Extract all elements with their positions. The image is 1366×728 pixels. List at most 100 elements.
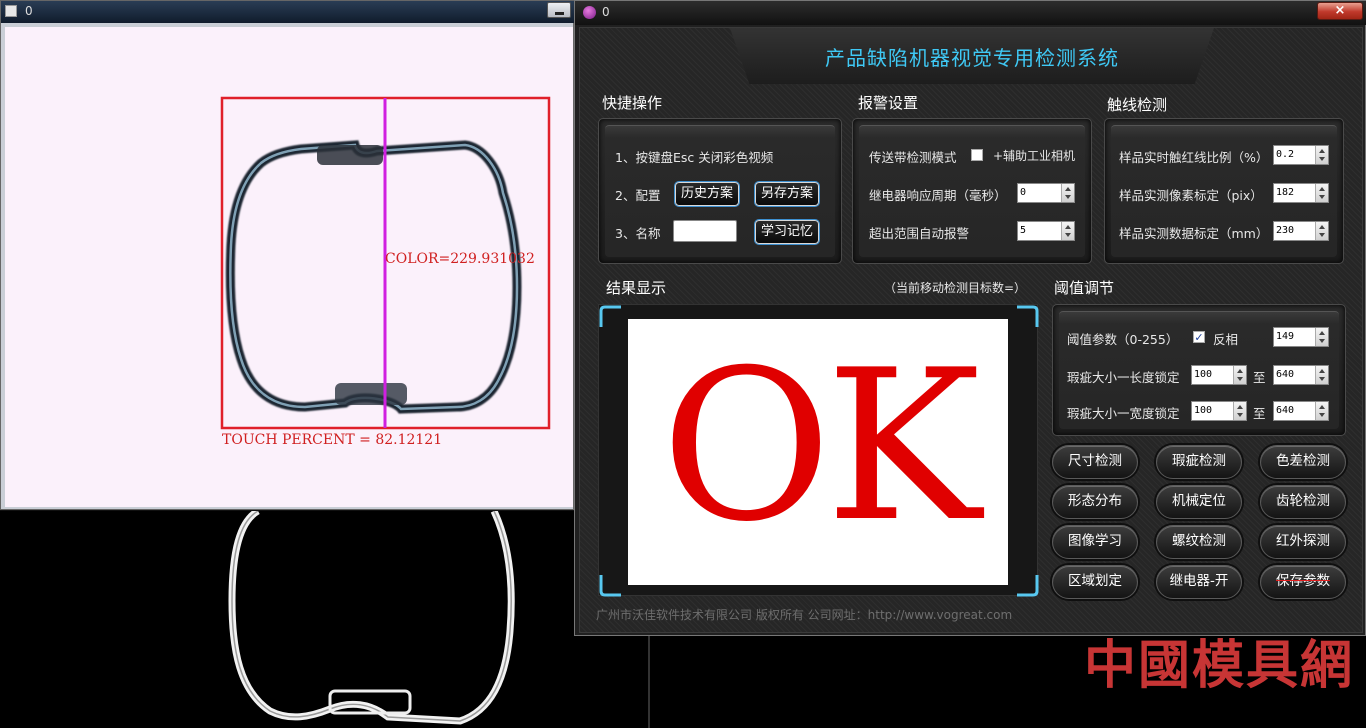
mm-calib-value: 230	[1276, 225, 1295, 236]
width-max-value: 640	[1276, 405, 1295, 416]
name-label: 3、名称	[615, 226, 661, 241]
color-readout: COLOR=229.931032	[385, 251, 535, 267]
save-as-scheme-button[interactable]: 另存方案	[754, 181, 820, 207]
width-max-spinbox[interactable]: 640	[1273, 401, 1329, 421]
invert-checkbox[interactable]	[1193, 331, 1205, 343]
close-button[interactable]: ×	[1317, 2, 1363, 20]
shape-distribution-button[interactable]: 形态分布	[1052, 485, 1138, 519]
auto-alarm-spinbox[interactable]: 5	[1017, 221, 1075, 241]
defect-detect-button[interactable]: 瑕疵检测	[1156, 445, 1242, 479]
quick-ops-title: 快捷操作	[602, 94, 663, 112]
history-scheme-button[interactable]: 历史方案	[674, 181, 740, 207]
app-icon	[583, 6, 596, 19]
pixel-calib-spinbox[interactable]: 182	[1273, 183, 1329, 203]
touch-percent-readout: TOUCH PERCENT = 82.12121	[222, 432, 442, 448]
camera-frame: COLOR=229.931032 TOUCH PERCENT = 82.1212…	[220, 96, 551, 448]
spin-arrows-icon[interactable]	[1315, 328, 1328, 346]
auto-alarm-label: 超出范围自动报警	[869, 226, 970, 241]
aux-camera-label: +辅助工业相机	[993, 149, 1076, 163]
length-max-value: 640	[1276, 369, 1295, 380]
length-min-value: 100	[1194, 369, 1213, 380]
size-detect-button[interactable]: 尺寸检测	[1052, 445, 1138, 479]
mechanical-positioning-button[interactable]: 机械定位	[1156, 485, 1242, 519]
binary-outline	[228, 507, 515, 725]
result-title: 结果显示	[606, 279, 667, 297]
threshold-param-value: 149	[1276, 331, 1295, 342]
watermark-logo: 中國模具網	[1084, 635, 1355, 696]
relay-period-value: 0	[1020, 187, 1027, 198]
spin-arrows-icon[interactable]	[1315, 222, 1328, 240]
alarm-title: 报警设置	[858, 94, 919, 112]
width-min-value: 100	[1194, 405, 1213, 416]
spin-arrows-icon[interactable]	[1061, 222, 1074, 240]
esc-hint: 1、按键盘Esc 关闭彩色视频	[615, 150, 774, 165]
camera-window-title: 0	[25, 4, 33, 18]
mm-calib-label: 样品实测数据标定（mm）	[1119, 226, 1269, 241]
length-max-spinbox[interactable]: 640	[1273, 365, 1329, 385]
target-count-note: （当前移动检测目标数=）	[884, 281, 1027, 295]
alarm-panel: 传送带检测模式 +辅助工业相机 继电器响应周期（毫秒） 0 超出范围自动报警 5	[852, 118, 1092, 264]
mm-calib-spinbox[interactable]: 230	[1273, 221, 1329, 241]
relay-on-button[interactable]: 继电器-开	[1156, 565, 1242, 599]
copyright-footer: 广州市沃佳软件技术有限公司 版权所有 公司网址：http://www.vogre…	[596, 608, 1013, 622]
sample-outline	[225, 140, 522, 414]
window-icon	[5, 5, 17, 17]
conveyor-mode-label: 传送带检测模式	[869, 150, 957, 165]
result-frame: OK	[598, 304, 1039, 597]
app-body: 产品缺陷机器视觉专用检测系统 快捷操作 报警设置 触线检测 1、按键盘Esc 关…	[579, 27, 1363, 633]
spin-arrows-icon[interactable]	[1233, 402, 1246, 420]
threshold-param-spinbox[interactable]: 149	[1273, 327, 1329, 347]
conveyor-mode-checkbox[interactable]	[971, 149, 983, 161]
pixel-calib-label: 样品实测像素标定（pix）	[1119, 188, 1263, 203]
length-min-spinbox[interactable]: 100	[1191, 365, 1247, 385]
desktop: 0 COLOR=229.931032 TOUCH PERCENT = 82.12…	[0, 0, 1366, 728]
touch-title: 触线检测	[1107, 96, 1168, 114]
camera-titlebar: 0	[1, 1, 575, 23]
binary-view	[0, 507, 648, 728]
threshold-panel: 阈值参数（0-255） 反相 149 瑕疵大小一长度锁定 100 至 640 瑕…	[1052, 304, 1346, 436]
touch-ratio-value: 0.2	[1276, 149, 1295, 160]
name-input[interactable]	[673, 220, 737, 242]
camera-view: COLOR=229.931032 TOUCH PERCENT = 82.1212…	[5, 27, 573, 507]
width-lock-label: 瑕疵大小一宽度锁定	[1067, 406, 1180, 421]
touch-panel: 样品实时触红线比例（%） 0.2 样品实测像素标定（pix） 182 样品实测数…	[1104, 118, 1344, 264]
spin-arrows-icon[interactable]	[1315, 366, 1328, 384]
relay-period-label: 继电器响应周期（毫秒）	[869, 188, 1007, 203]
width-to-label: 至	[1253, 406, 1266, 421]
spin-arrows-icon[interactable]	[1233, 366, 1246, 384]
verdict-text: OK	[661, 326, 981, 568]
width-min-spinbox[interactable]: 100	[1191, 401, 1247, 421]
camera-window: 0 COLOR=229.931032 TOUCH PERCENT = 82.12…	[0, 0, 575, 510]
result-screen: OK	[628, 319, 1008, 585]
threshold-param-label: 阈值参数（0-255）	[1067, 332, 1179, 347]
spin-arrows-icon[interactable]	[1315, 402, 1328, 420]
app-window-title: 0	[602, 5, 610, 19]
pixel-calib-value: 182	[1276, 187, 1295, 198]
image-learning-button[interactable]: 图像学习	[1052, 525, 1138, 559]
auto-alarm-value: 5	[1020, 225, 1027, 236]
spin-arrows-icon[interactable]	[1315, 184, 1328, 202]
save-params-button[interactable]: 保存参数	[1260, 565, 1346, 599]
length-lock-label: 瑕疵大小一长度锁定	[1067, 370, 1180, 385]
thread-detect-button[interactable]: 螺纹检测	[1156, 525, 1242, 559]
learn-memory-button[interactable]: 学习记忆	[754, 219, 820, 245]
quick-ops-panel: 1、按键盘Esc 关闭彩色视频 2、配置 历史方案 另存方案 3、名称 学习记忆	[598, 118, 842, 264]
infrared-detect-button[interactable]: 红外探测	[1260, 525, 1346, 559]
spin-arrows-icon[interactable]	[1061, 184, 1074, 202]
save-params-label: 保存参数	[1276, 573, 1330, 589]
gear-detect-button[interactable]: 齿轮检测	[1260, 485, 1346, 519]
length-to-label: 至	[1253, 370, 1266, 385]
touch-ratio-label: 样品实时触红线比例（%）	[1119, 150, 1269, 165]
inspection-app-window: 0 × 产品缺陷机器视觉专用检测系统 快捷操作 报警设置 触线检测 1、按键盘E…	[574, 0, 1366, 636]
threshold-title: 阈值调节	[1054, 279, 1115, 297]
invert-label: 反相	[1213, 332, 1239, 347]
region-define-button[interactable]: 区域划定	[1052, 565, 1138, 599]
app-heading: 产品缺陷机器视觉专用检测系统	[825, 46, 1119, 70]
color-diff-button[interactable]: 色差检测	[1260, 445, 1346, 479]
relay-period-spinbox[interactable]: 0	[1017, 183, 1075, 203]
spin-arrows-icon[interactable]	[1315, 146, 1328, 164]
touch-ratio-spinbox[interactable]: 0.2	[1273, 145, 1329, 165]
minimize-button[interactable]	[547, 2, 571, 18]
config-label: 2、配置	[615, 188, 661, 203]
app-titlebar: 0 ×	[575, 1, 1366, 25]
